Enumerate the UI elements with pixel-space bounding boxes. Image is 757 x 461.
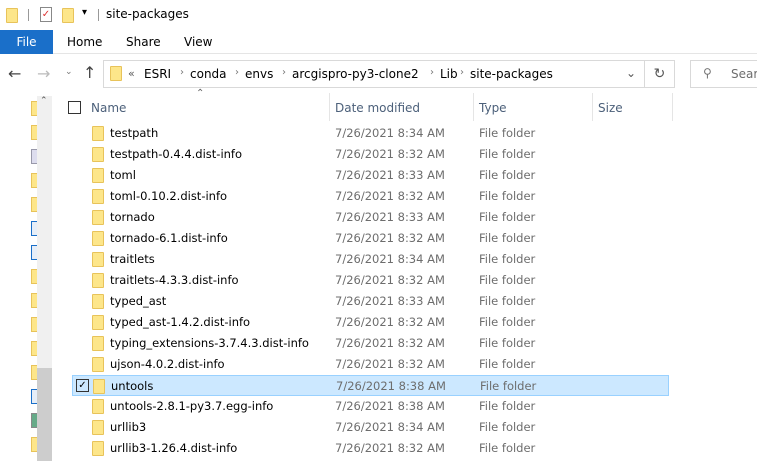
file-row[interactable]: toml 7/26/2021 8:33 AM File folder [72, 165, 669, 186]
file-type: File folder [479, 441, 536, 455]
file-name: traitlets [110, 252, 155, 266]
folder-icon [92, 336, 104, 351]
file-type: File folder [479, 399, 536, 413]
folder-icon [92, 168, 104, 183]
file-type: File folder [479, 210, 536, 224]
folder-icon [92, 189, 104, 204]
file-name: toml-0.10.2.dist-info [110, 189, 228, 203]
date-modified: 7/26/2021 8:38 AM [335, 399, 445, 413]
file-type: File folder [479, 315, 536, 329]
file-type: File folder [479, 336, 536, 350]
date-modified: 7/26/2021 8:33 AM [335, 168, 445, 182]
file-row[interactable]: urllib3-1.26.4.dist-info 7/26/2021 8:32 A… [72, 438, 669, 459]
folder-icon [92, 126, 104, 141]
file-row[interactable]: ujson-4.0.2.dist-info 7/26/2021 8:32 AM Fi… [72, 354, 669, 375]
file-name: untools-2.8.1-py3.7.egg-info [110, 399, 274, 413]
file-type: File folder [479, 231, 536, 245]
date-modified: 7/26/2021 8:32 AM [335, 441, 445, 455]
file-row[interactable]: traitlets-4.3.3.dist-info 7/26/2021 8:32 … [72, 270, 669, 291]
file-row[interactable]: urllib3 7/26/2021 8:34 AM File folder [72, 417, 669, 438]
date-modified: 7/26/2021 8:34 AM [335, 252, 445, 266]
folder-icon [92, 147, 104, 162]
date-modified: 7/26/2021 8:33 AM [335, 294, 445, 308]
file-row[interactable]: testpath-0.4.4.dist-info 7/26/2021 8:32 A… [72, 144, 669, 165]
file-row[interactable]: typed_ast 7/26/2021 8:33 AM File folder [72, 291, 669, 312]
date-modified: 7/26/2021 8:32 AM [335, 189, 445, 203]
file-row[interactable]: tornado 7/26/2021 8:33 AM File folder [72, 207, 669, 228]
file-name: typed_ast-1.4.2.dist-info [110, 315, 251, 329]
date-modified: 7/26/2021 8:34 AM [335, 420, 445, 434]
folder-icon [92, 273, 104, 288]
file-row[interactable]: tornado-6.1.dist-info 7/26/2021 8:32 AM Fi… [72, 228, 669, 249]
date-modified: 7/26/2021 8:34 AM [335, 126, 445, 140]
file-name: testpath-0.4.4.dist-info [110, 147, 243, 161]
file-type: File folder [479, 420, 536, 434]
file-name: tornado-6.1.dist-info [110, 231, 228, 245]
file-row[interactable]: untools-2.8.1-py3.7.egg-info 7/26/2021 8:… [72, 396, 669, 417]
folder-icon [92, 399, 104, 414]
date-modified: 7/26/2021 8:38 AM [336, 379, 446, 393]
file-type: File folder [479, 147, 536, 161]
file-type: File folder [479, 273, 536, 287]
folder-icon [92, 357, 104, 372]
file-type: File folder [479, 126, 536, 140]
date-modified: 7/26/2021 8:33 AM [335, 210, 445, 224]
file-type: File folder [479, 168, 536, 182]
file-row[interactable]: ✓ untools 7/26/2021 8:38 AM File folder [72, 375, 669, 396]
file-name: urllib3 [110, 420, 147, 434]
file-name: toml [110, 168, 136, 182]
folder-icon [92, 315, 104, 330]
file-name: typed_ast [110, 294, 167, 308]
file-row[interactable]: typing_extensions-3.7.4.3.dist-info 7/26/… [72, 333, 669, 354]
file-type: File folder [480, 379, 537, 393]
folder-icon [92, 294, 104, 309]
date-modified: 7/26/2021 8:32 AM [335, 147, 445, 161]
file-type: File folder [479, 252, 536, 266]
folder-icon [92, 210, 104, 225]
date-modified: 7/26/2021 8:32 AM [335, 315, 445, 329]
file-row[interactable]: traitlets 7/26/2021 8:34 AM File folder [72, 249, 669, 270]
file-name: typing_extensions-3.7.4.3.dist-info [110, 336, 309, 350]
file-name: traitlets-4.3.3.dist-info [110, 273, 239, 287]
file-name: urllib3-1.26.4.dist-info [110, 441, 238, 455]
date-modified: 7/26/2021 8:32 AM [335, 336, 445, 350]
file-name: tornado [110, 210, 155, 224]
file-name: testpath [110, 126, 159, 140]
file-row[interactable]: testpath 7/26/2021 8:34 AM File folder [72, 123, 669, 144]
file-type: File folder [479, 357, 536, 371]
date-modified: 7/26/2021 8:32 AM [335, 357, 445, 371]
file-row[interactable]: toml-0.10.2.dist-info 7/26/2021 8:32 AM Fi… [72, 186, 669, 207]
file-row[interactable]: typed_ast-1.4.2.dist-info 7/26/2021 8:32 … [72, 312, 669, 333]
file-name: untools [111, 379, 154, 393]
folder-icon [92, 231, 104, 246]
row-checkbox[interactable]: ✓ [76, 379, 89, 392]
folder-icon [92, 441, 104, 456]
date-modified: 7/26/2021 8:32 AM [335, 273, 445, 287]
folder-icon [93, 379, 105, 394]
folder-icon [92, 252, 104, 267]
file-type: File folder [479, 294, 536, 308]
file-type: File folder [479, 189, 536, 203]
folder-icon [92, 420, 104, 435]
file-name: ujson-4.0.2.dist-info [110, 357, 225, 371]
date-modified: 7/26/2021 8:32 AM [335, 231, 445, 245]
